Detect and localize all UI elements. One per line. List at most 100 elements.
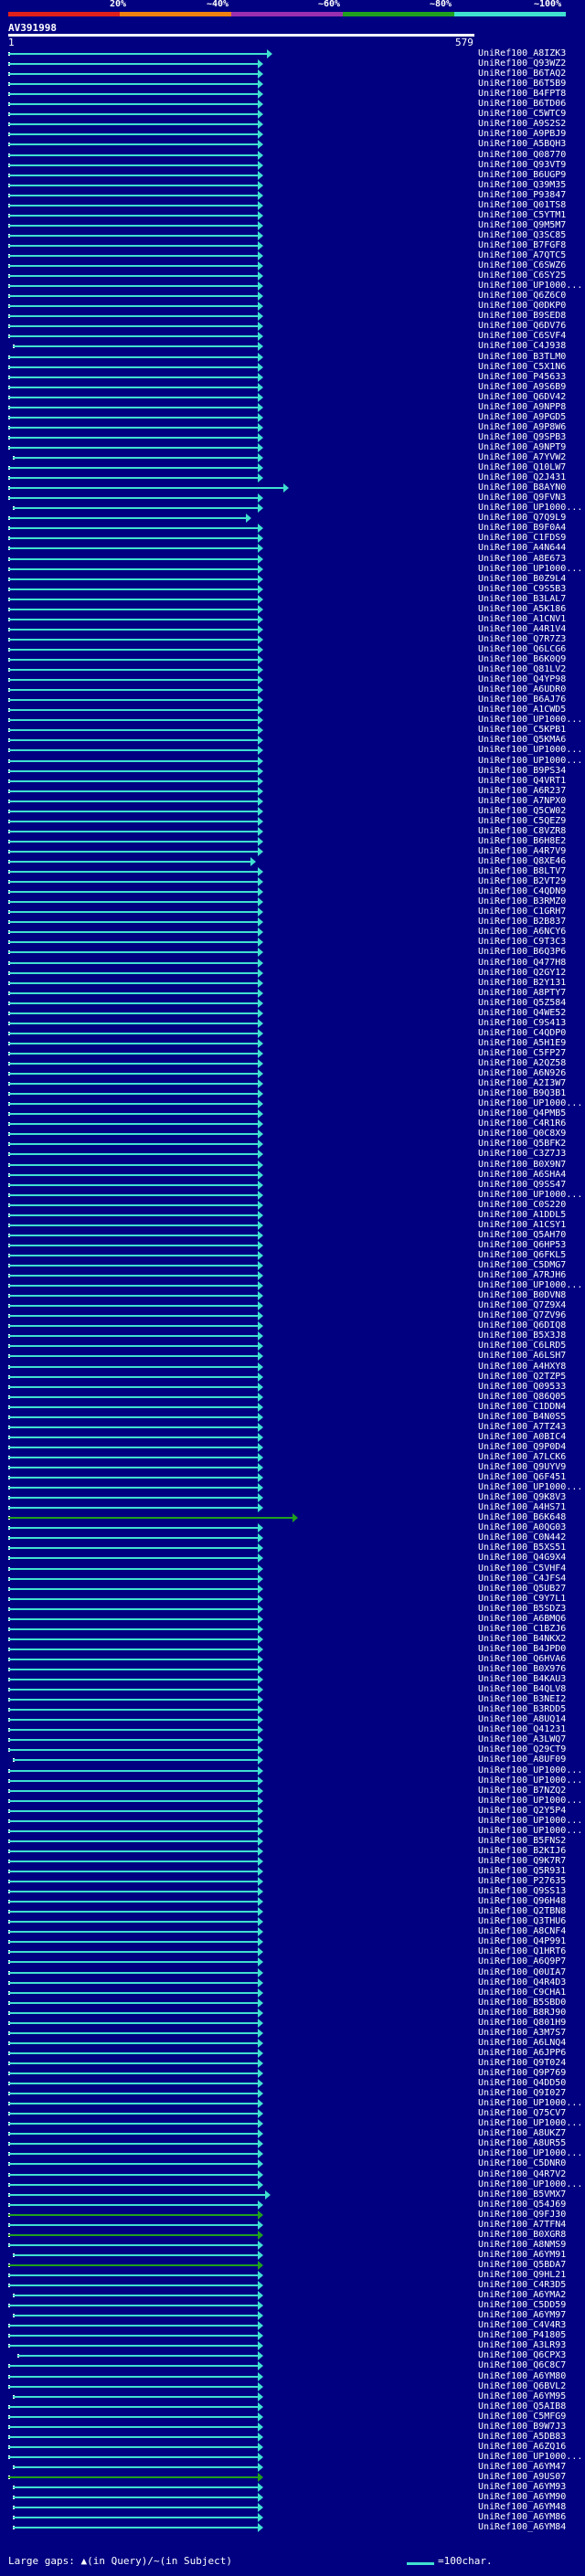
hit-label[interactable]: UniRef100_B9SED8 (478, 311, 566, 321)
hit-label[interactable]: UniRef100_A7NPX0 (478, 796, 566, 806)
hit-row[interactable]: UniRef100_Q9FJ30 (0, 2210, 585, 2220)
hit-label[interactable]: UniRef100_A8NMS9 (478, 2240, 566, 2250)
hit-row[interactable]: UniRef100_A3LWQ7 (0, 1734, 585, 1745)
hit-row[interactable]: UniRef100_Q4VRT1 (0, 776, 585, 786)
hit-row[interactable]: UniRef100_A6UDR0 (0, 684, 585, 695)
hit-label[interactable]: UniRef100_C9T3C3 (478, 937, 566, 947)
hit-label[interactable]: UniRef100_A5DB83 (478, 2432, 566, 2442)
hit-row[interactable]: UniRef100_Q6DIQ8 (0, 1320, 585, 1331)
hit-label[interactable]: UniRef100_Q54J69 (478, 2200, 566, 2210)
hit-row[interactable]: UniRef100_Q4P991 (0, 1936, 585, 1947)
hit-row[interactable]: UniRef100_A1CNV1 (0, 614, 585, 624)
hit-label[interactable]: UniRef100_A6YM80 (478, 2371, 566, 2381)
hit-row[interactable]: UniRef100_A7TZ43 (0, 1422, 585, 1432)
hit-label[interactable]: UniRef100_A8CNF4 (478, 1926, 566, 1936)
hit-row[interactable]: UniRef100_Q2TZP5 (0, 1372, 585, 1382)
hit-row[interactable]: UniRef100_B6TD06 (0, 99, 585, 110)
hit-row[interactable]: UniRef100_Q7Z9X4 (0, 1300, 585, 1311)
hit-label[interactable]: UniRef100_C9Y7L1 (478, 1594, 566, 1604)
hit-label[interactable]: UniRef100_B4FPT8 (478, 89, 566, 99)
hit-row[interactable]: UniRef100_A9US07 (0, 2472, 585, 2482)
hit-row[interactable]: UniRef100_Q6BVL2 (0, 2381, 585, 2391)
hit-label[interactable]: UniRef100_C9S413 (478, 1018, 566, 1028)
hit-label[interactable]: UniRef100_C9S5B3 (478, 584, 566, 594)
hit-row[interactable]: UniRef100_Q93WZ2 (0, 58, 585, 69)
hit-label[interactable]: UniRef100_Q9I027 (478, 2088, 566, 2098)
hit-label[interactable]: UniRef100_UP1000... (478, 2452, 582, 2462)
hit-row[interactable]: UniRef100_A9P8W6 (0, 422, 585, 432)
hit-label[interactable]: UniRef100_A7TFN4 (478, 2220, 566, 2230)
hit-label[interactable]: UniRef100_UP1000... (478, 503, 582, 513)
hit-row[interactable]: UniRef100_Q39M35 (0, 180, 585, 190)
hit-label[interactable]: UniRef100_B4NKX2 (478, 1634, 566, 1644)
hit-label[interactable]: UniRef100_Q6DV76 (478, 321, 566, 331)
hit-row[interactable]: UniRef100_A6R237 (0, 786, 585, 796)
hit-row[interactable]: UniRef100_B3LAL7 (0, 594, 585, 604)
hit-row[interactable]: UniRef100_B0XGR8 (0, 2230, 585, 2240)
hit-row[interactable]: UniRef100_C4JFS4 (0, 1574, 585, 1584)
hit-label[interactable]: UniRef100_C5QEZ9 (478, 816, 566, 826)
hit-label[interactable]: UniRef100_A4R7V9 (478, 846, 566, 856)
hit-row[interactable]: UniRef100_Q9P0D4 (0, 1442, 585, 1452)
hit-label[interactable]: UniRef100_A6YM91 (478, 2250, 566, 2260)
hit-row[interactable]: UniRef100_A9S2S2 (0, 119, 585, 130)
hit-label[interactable]: UniRef100_C0N442 (478, 1532, 566, 1542)
hit-label[interactable]: UniRef100_B8AYN0 (478, 482, 566, 493)
hit-label[interactable]: UniRef100_A6YM86 (478, 2512, 566, 2522)
hit-row[interactable]: UniRef100_Q75CV7 (0, 2108, 585, 2119)
hit-label[interactable]: UniRef100_C5DD59 (478, 2300, 566, 2310)
hit-label[interactable]: UniRef100_B3NEI2 (478, 1694, 566, 1704)
hit-label[interactable]: UniRef100_Q6DV42 (478, 392, 566, 402)
hit-label[interactable]: UniRef100_C0S220 (478, 1200, 566, 1210)
hit-row[interactable]: UniRef100_P41805 (0, 2330, 585, 2341)
hit-label[interactable]: UniRef100_Q6C8C7 (478, 2360, 566, 2370)
hit-label[interactable]: UniRef100_B5FNS2 (478, 1836, 566, 1846)
hit-label[interactable]: UniRef100_P27635 (478, 1876, 566, 1886)
hit-row[interactable]: UniRef100_B9Q3B1 (0, 1088, 585, 1099)
hit-label[interactable]: UniRef100_A4N644 (478, 543, 566, 553)
hit-label[interactable]: UniRef100_Q5AH70 (478, 1230, 566, 1240)
hit-row[interactable]: UniRef100_A6JPP6 (0, 2048, 585, 2058)
hit-row[interactable]: UniRef100_C3Z7J3 (0, 1149, 585, 1160)
hit-row[interactable]: UniRef100_C1DDN4 (0, 1402, 585, 1412)
hit-label[interactable]: UniRef100_C4R3D5 (478, 2280, 566, 2290)
hit-row[interactable]: UniRef100_B8RJ90 (0, 2008, 585, 2018)
hit-row[interactable]: UniRef100_A9S6B9 (0, 382, 585, 392)
hit-row[interactable]: UniRef100_B5FNS2 (0, 1836, 585, 1846)
hit-label[interactable]: UniRef100_UP1000... (478, 1098, 582, 1108)
hit-row[interactable]: UniRef100_Q4WE52 (0, 1008, 585, 1018)
hit-row[interactable]: UniRef100_Q0DKP0 (0, 301, 585, 312)
hit-row[interactable]: UniRef100_B6TAQ2 (0, 69, 585, 80)
hit-row[interactable]: UniRef100_B5XS51 (0, 1542, 585, 1553)
hit-label[interactable]: UniRef100_C4V4R3 (478, 2320, 566, 2330)
hit-label[interactable]: UniRef100_A4R1V4 (478, 624, 566, 634)
hit-row[interactable]: UniRef100_A6YM95 (0, 2391, 585, 2401)
hit-label[interactable]: UniRef100_Q9T024 (478, 2058, 566, 2068)
hit-row[interactable]: UniRef100_B5SDZ3 (0, 1604, 585, 1614)
hit-row[interactable]: UniRef100_Q6C8C7 (0, 2360, 585, 2371)
hit-row[interactable]: UniRef100_A6BMQ6 (0, 1614, 585, 1624)
hit-row[interactable]: UniRef100_B7NZQ2 (0, 1786, 585, 1796)
hit-label[interactable]: UniRef100_A7YVW2 (478, 452, 566, 462)
hit-label[interactable]: UniRef100_A1CWD5 (478, 705, 566, 715)
hit-row[interactable]: UniRef100_Q4YP98 (0, 674, 585, 685)
hit-label[interactable]: UniRef100_B0X976 (478, 1664, 566, 1674)
hit-row[interactable]: UniRef100_Q2Y5P4 (0, 1806, 585, 1816)
hit-label[interactable]: UniRef100_Q1HRT6 (478, 1946, 566, 1956)
hit-label[interactable]: UniRef100_Q01TS8 (478, 200, 566, 210)
hit-label[interactable]: UniRef100_B5SBD0 (478, 1998, 566, 2008)
hit-label[interactable]: UniRef100_UP1000... (478, 2098, 582, 2108)
hit-row[interactable]: UniRef100_A7RJH6 (0, 1270, 585, 1281)
hit-row[interactable]: UniRef100_Q5AH70 (0, 1230, 585, 1240)
hit-row[interactable]: UniRef100_B5SBD0 (0, 1998, 585, 2008)
hit-row[interactable]: UniRef100_UP1000... (0, 1482, 585, 1493)
hit-row[interactable]: UniRef100_UP1000... (0, 2148, 585, 2159)
hit-label[interactable]: UniRef100_A6Q9P7 (478, 1956, 566, 1966)
hit-label[interactable]: UniRef100_C1GRH7 (478, 906, 566, 917)
hit-row[interactable]: UniRef100_Q4R4D3 (0, 1977, 585, 1988)
hit-row[interactable]: UniRef100_B0DVN8 (0, 1290, 585, 1301)
hit-row[interactable]: UniRef100_Q2GY12 (0, 968, 585, 978)
hit-label[interactable]: UniRef100_C5DMG7 (478, 1260, 566, 1270)
hit-label[interactable]: UniRef100_Q6BVL2 (478, 2381, 566, 2391)
hit-label[interactable]: UniRef100_B8RJ90 (478, 2008, 566, 2018)
